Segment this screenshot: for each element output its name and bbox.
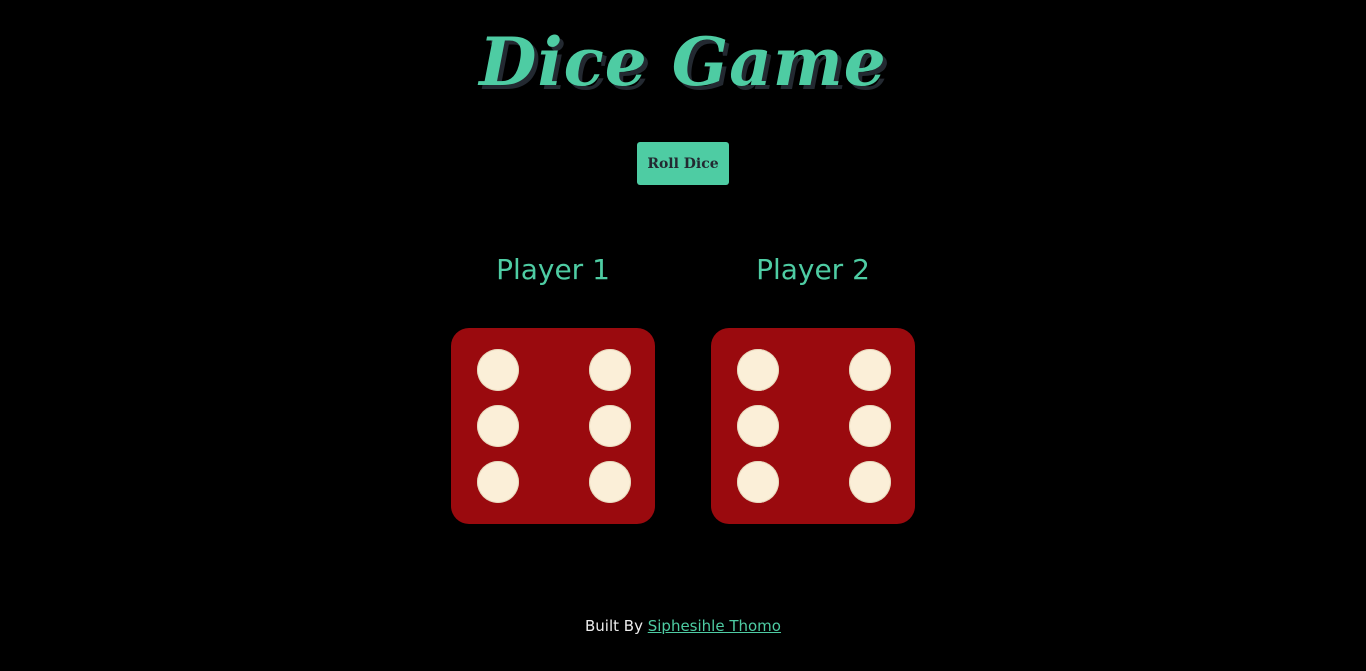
die-pip [477, 461, 519, 503]
die-pip [589, 349, 631, 391]
player-2-die [711, 328, 915, 524]
die-pip [477, 405, 519, 447]
die-pip [849, 349, 891, 391]
die-pip [849, 405, 891, 447]
die-pip [737, 405, 779, 447]
die-pip [477, 349, 519, 391]
footer: Built By Siphesihle Thomo [0, 615, 1366, 637]
die-pip [589, 461, 631, 503]
page-title: Dice Game [479, 23, 887, 101]
roll-dice-button[interactable]: Roll Dice [637, 142, 729, 185]
die-pip [737, 349, 779, 391]
die-pip [737, 461, 779, 503]
die-pip [589, 405, 631, 447]
die-pip [849, 461, 891, 503]
player-1-panel: Player 1 [451, 246, 655, 524]
player-1-die [451, 328, 655, 524]
author-link[interactable]: Siphesihle Thomo [648, 617, 781, 635]
player-2-name: Player 2 [756, 253, 870, 286]
player-2-panel: Player 2 [711, 246, 915, 524]
footer-prefix: Built By [585, 617, 643, 635]
player-1-name: Player 1 [496, 253, 610, 286]
